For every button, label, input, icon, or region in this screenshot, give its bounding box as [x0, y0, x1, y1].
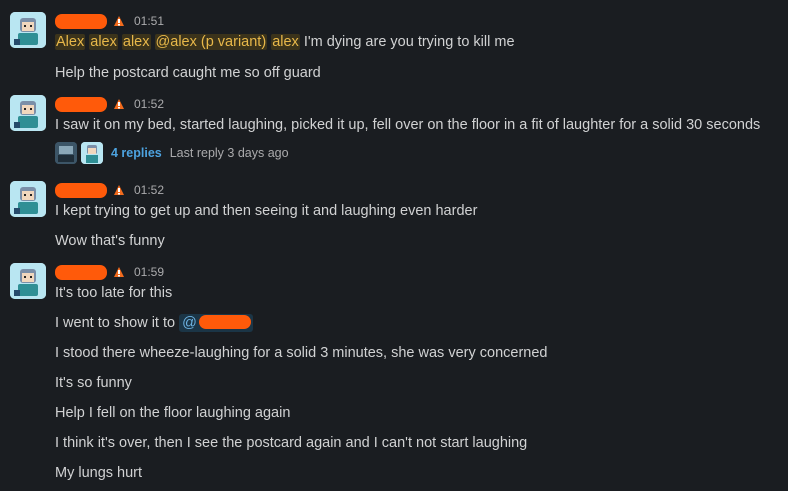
user-mention[interactable]: @	[179, 314, 253, 333]
message-line: I think it's over, then I see the postca…	[55, 435, 528, 451]
message-header: 01:52	[55, 181, 164, 199]
warning-cone-icon	[114, 267, 124, 277]
warning-cone-icon	[114, 185, 124, 195]
message-line: My lungs hurt	[55, 465, 143, 481]
message-line: Wow that's funny	[55, 233, 165, 249]
message-line: I went to show it to @	[55, 313, 253, 333]
highlight-mention[interactable]: @alex (p variant)	[154, 34, 268, 50]
mention-prefix: @	[182, 315, 197, 332]
message-line: Help the postcard caught me so off guard	[55, 65, 321, 81]
timestamp[interactable]: 01:52	[134, 97, 164, 111]
highlight-word: alex	[271, 34, 300, 50]
message-text: I went to show it to	[55, 315, 176, 331]
reply-avatar	[81, 142, 103, 164]
last-reply-text: Last reply 3 days ago	[169, 146, 289, 160]
redacted-mention-name	[198, 315, 251, 330]
warning-cone-icon	[114, 99, 124, 109]
highlight-word: alex	[121, 34, 151, 50]
redacted-username[interactable]	[55, 182, 107, 198]
redacted-username[interactable]	[55, 96, 107, 112]
highlight-word: alex	[89, 34, 118, 50]
redacted-username[interactable]	[55, 264, 107, 280]
timestamp[interactable]: 01:51	[134, 14, 164, 28]
reply-avatar	[55, 142, 77, 164]
message-header: 01:59	[55, 263, 164, 281]
warning-cone-icon	[114, 16, 124, 26]
message-text: I'm dying are you trying to kill me	[303, 34, 515, 50]
message-line: I saw it on my bed, started laughing, pi…	[55, 117, 761, 133]
avatar[interactable]	[10, 12, 46, 48]
timestamp[interactable]: 01:59	[134, 265, 164, 279]
message-line: It's too late for this	[55, 285, 173, 301]
message-feed: 01:51 Alex alex alex @alex (p variant) a…	[0, 0, 788, 491]
message-line: I stood there wheeze-laughing for a soli…	[55, 345, 548, 361]
message-header: 01:51	[55, 12, 164, 30]
thread-summary[interactable]: 4 replies Last reply 3 days ago	[55, 141, 289, 165]
avatar[interactable]	[10, 263, 46, 299]
message-line: It's so funny	[55, 375, 132, 391]
message-line: Help I fell on the floor laughing again	[55, 405, 291, 421]
message-line: Alex alex alex @alex (p variant) alex I'…	[55, 32, 515, 52]
replies-link[interactable]: 4 replies	[111, 146, 162, 160]
timestamp[interactable]: 01:52	[134, 183, 164, 197]
redacted-username[interactable]	[55, 13, 107, 29]
message-line: I kept trying to get up and then seeing …	[55, 203, 478, 219]
avatar[interactable]	[10, 181, 46, 217]
avatar[interactable]	[10, 95, 46, 131]
message-header: 01:52	[55, 95, 164, 113]
highlight-word: Alex	[55, 34, 86, 50]
